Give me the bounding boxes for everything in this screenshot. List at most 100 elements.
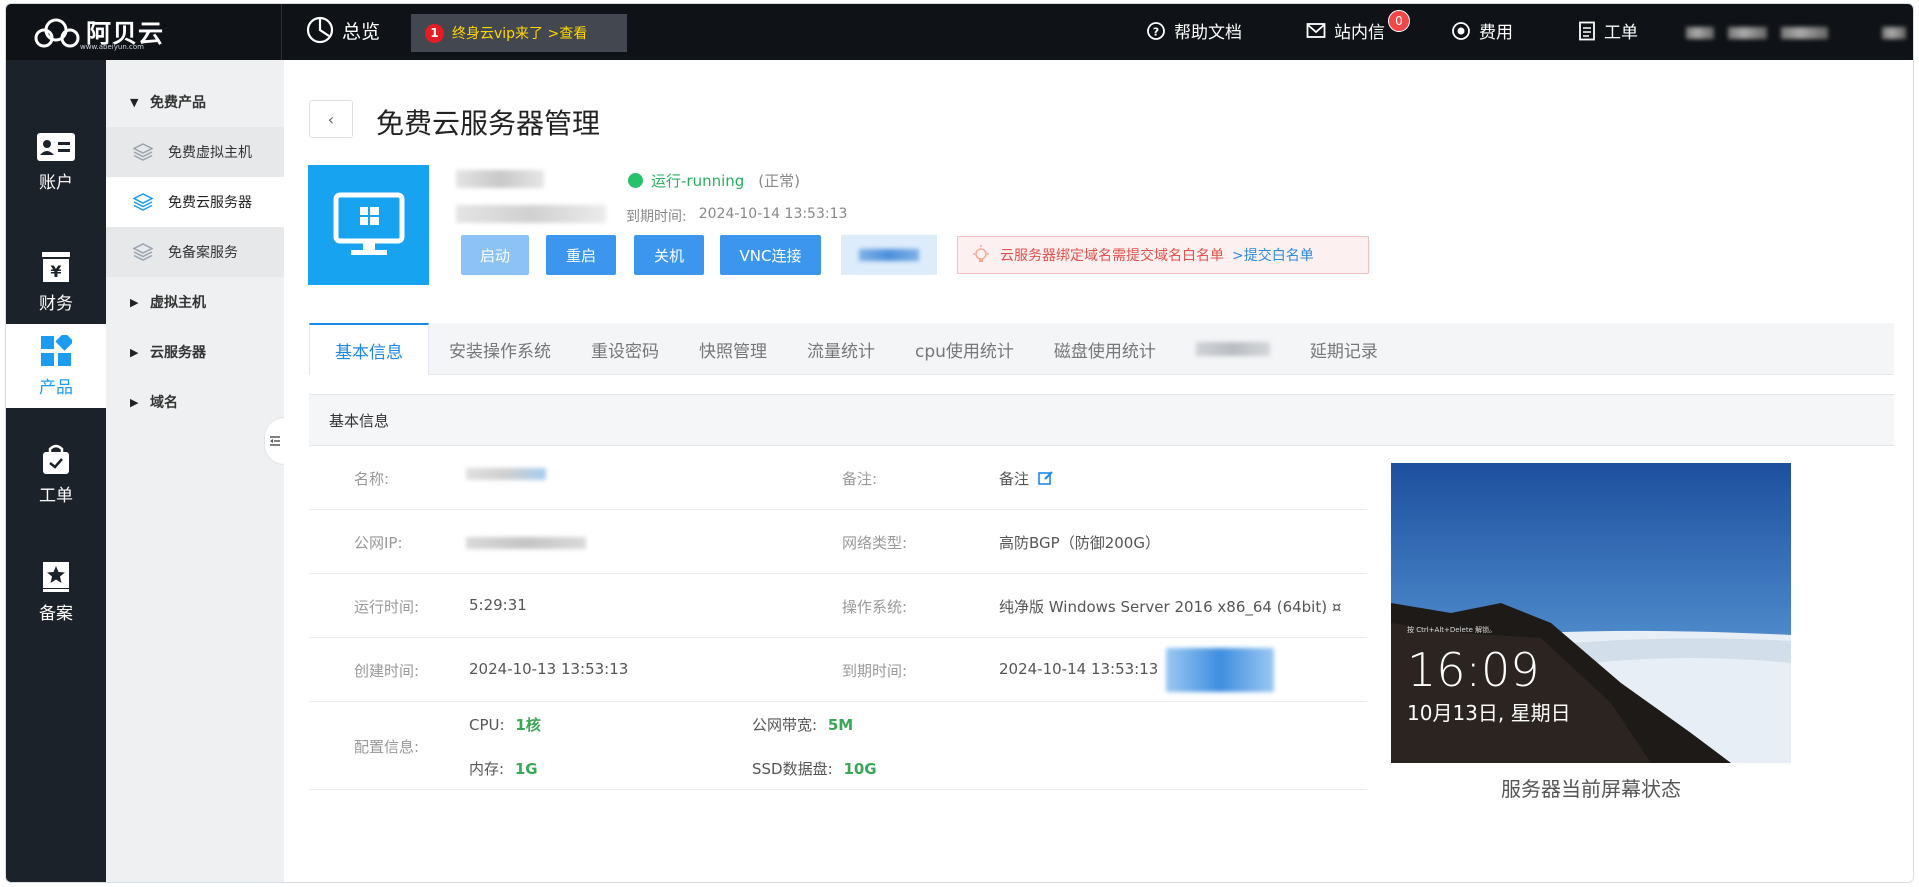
redacted-block xyxy=(1686,27,1714,39)
tab-redacted[interactable] xyxy=(1195,341,1270,356)
document-icon xyxy=(1579,21,1595,40)
restart-button[interactable]: 重启 xyxy=(546,235,616,275)
lock-clock-date: 10月13日, 星期日 xyxy=(1407,701,1571,725)
expire-info: 到期时间: 2024-10-14 13:53:13 xyxy=(626,206,847,226)
question-icon: ? xyxy=(1147,21,1165,40)
tab-traffic-stats[interactable]: 流量统计 xyxy=(787,323,895,375)
sidebar-group-label: 虚拟主机 xyxy=(150,295,206,311)
tab-reset-password[interactable]: 重设密码 xyxy=(571,323,679,375)
dashboard-icon xyxy=(306,16,334,44)
ip-value-redacted xyxy=(466,537,586,549)
user-account-menu[interactable] xyxy=(1686,18,1906,48)
ip-label: 公网IP: xyxy=(354,534,403,552)
mail-count-badge: 0 xyxy=(1388,10,1410,32)
redacted-block xyxy=(466,468,546,480)
tab-disk-stats[interactable]: 磁盘使用统计 xyxy=(1034,323,1176,375)
disk-label: SSD数据盘: xyxy=(752,760,833,778)
sidebar-group-free-products[interactable]: ▼ 免费产品 xyxy=(106,77,284,127)
table-row: 运行时间: 5:29:31 操作系统: 纯净版 Windows Server 2… xyxy=(309,574,1367,638)
tab-bar: 基本信息 安装操作系统 重设密码 快照管理 流量统计 cpu使用统计 磁盘使用统… xyxy=(309,323,1894,375)
disk-spec: SSD数据盘: 10G xyxy=(752,758,877,779)
sidebar-item-free-vhost[interactable]: 免费虚拟主机 xyxy=(106,127,284,177)
help-docs-link[interactable]: ? 帮助文档 xyxy=(1146,18,1242,43)
app-frame: 阿贝云 www.abeiyun.com 总览 1 终身云vip来了 >查看 ? … xyxy=(5,3,1914,883)
svg-text:¥: ¥ xyxy=(50,262,61,281)
sidebar-item-no-filing[interactable]: 免备案服务 xyxy=(106,227,284,277)
sidebar-item-filing-label: 备案 xyxy=(39,603,73,624)
sidebar-group-label: 云服务器 xyxy=(150,345,206,361)
sidebar-item-account[interactable]: 账户 xyxy=(6,120,106,204)
redacted-action-button[interactable] xyxy=(841,235,937,275)
tab-cpu-stats[interactable]: cpu使用统计 xyxy=(895,323,1034,375)
star-badge-icon xyxy=(43,561,69,592)
sidebar-group-vhost[interactable]: ▶ 虚拟主机 xyxy=(106,277,284,327)
sidebar-item-tickets[interactable]: 工单 xyxy=(6,432,106,516)
server-status: 运行-running (正常) xyxy=(628,170,800,191)
back-button[interactable]: ‹ xyxy=(309,100,353,138)
redacted-server-name xyxy=(456,170,544,188)
redacted-block xyxy=(466,537,586,549)
vip-badge: 1 xyxy=(425,23,444,43)
expire-table-value: 2024-10-14 13:53:13 xyxy=(999,660,1159,678)
sidebar-group-label: 免费产品 xyxy=(150,95,206,111)
remark-edit[interactable]: 备注 xyxy=(999,468,1054,489)
server-screen-preview[interactable]: 按 Ctrl+Alt+Delete 解锁。 16:09 10月13日, 星期日 xyxy=(1391,463,1791,763)
redacted-server-id xyxy=(456,205,606,223)
tab-install-os[interactable]: 安装操作系统 xyxy=(429,323,571,375)
logo[interactable]: 阿贝云 www.abeiyun.com xyxy=(34,12,174,54)
shutdown-button[interactable]: 关机 xyxy=(634,235,704,275)
cpu-value: 1核 xyxy=(515,716,541,734)
tab-snapshots[interactable]: 快照管理 xyxy=(679,323,787,375)
status-note: (正常) xyxy=(758,172,801,190)
windows-monitor-icon xyxy=(333,192,404,255)
layers-icon xyxy=(126,143,160,161)
sidebar-item-account-label: 账户 xyxy=(39,172,73,193)
redacted-block xyxy=(1882,27,1906,39)
lock-clock-time: 16:09 xyxy=(1407,643,1540,697)
sidebar-group-cloud-server[interactable]: ▶ 云服务器 xyxy=(106,327,284,377)
sidebar-item-finance-label: 财务 xyxy=(39,293,73,314)
status-text: 运行-running xyxy=(651,172,745,190)
created-value: 2024-10-13 13:53:13 xyxy=(469,660,629,678)
sidebar-item-filing[interactable]: 备案 xyxy=(6,550,106,634)
vnc-connect-button[interactable]: VNC连接 xyxy=(720,235,821,275)
sidebar-item-tickets-label: 工单 xyxy=(39,485,73,506)
uptime-label: 运行时间: xyxy=(354,598,420,616)
svg-text:?: ? xyxy=(1153,25,1159,38)
nav-overview[interactable]: 总览 xyxy=(306,16,380,44)
ticket-link[interactable]: 工单 xyxy=(1578,18,1638,43)
sidebar-item-finance[interactable]: ¥ 财务 xyxy=(6,240,106,324)
sidebar-item-label: 免费云服务器 xyxy=(168,195,252,211)
cpu-spec: CPU: 1核 xyxy=(469,714,541,735)
uptime-value: 5:29:31 xyxy=(469,596,527,614)
start-button[interactable]: 启动 xyxy=(461,235,529,275)
page-title: 免费云服务器管理 xyxy=(376,107,601,140)
cpu-label: CPU: xyxy=(469,716,505,734)
caret-right-icon: ▶ xyxy=(130,295,139,309)
redacted-renew-button[interactable] xyxy=(1166,648,1274,692)
tab-extension-history[interactable]: 延期记录 xyxy=(1290,323,1398,375)
billing-link[interactable]: 费用 xyxy=(1451,18,1513,43)
table-row: 创建时间: 2024-10-13 13:53:13 到期时间: 2024-10-… xyxy=(309,638,1367,702)
inbox-link[interactable]: 站内信 0 xyxy=(1306,10,1410,43)
tab-basic-info[interactable]: 基本信息 xyxy=(309,323,429,375)
info-table: 名称: 备注: 备注 公网IP: 网络类型: 高防BGP（防御200G） 运行时… xyxy=(309,446,1367,790)
expire-value: 2024-10-14 13:53:13 xyxy=(698,206,848,222)
name-label: 名称: xyxy=(354,470,390,488)
bag-icon xyxy=(43,444,69,474)
vip-banner[interactable]: 1 终身云vip来了 >查看 xyxy=(411,14,627,52)
table-row: 公网IP: 网络类型: 高防BGP（防御200G） xyxy=(309,510,1367,574)
logo-url: www.abeiyun.com xyxy=(80,43,144,51)
sidebar-item-free-cloud-server[interactable]: 免费云服务器 xyxy=(106,177,284,227)
sidebar-item-products[interactable]: 产品 xyxy=(6,324,106,408)
memory-label: 内存: xyxy=(469,760,505,778)
expire-label: 到期时间: xyxy=(626,209,687,225)
config-label: 配置信息: xyxy=(354,738,420,756)
remark-value: 备注 xyxy=(999,470,1030,488)
yen-icon: ¥ xyxy=(42,251,70,282)
sidebar-group-domain[interactable]: ▶ 域名 xyxy=(106,377,284,427)
edit-icon[interactable] xyxy=(1037,470,1054,486)
id-card-icon xyxy=(37,132,75,161)
bandwidth-value: 5M xyxy=(827,716,854,734)
submit-whitelist-link[interactable]: >提交白名单 xyxy=(1232,245,1314,265)
